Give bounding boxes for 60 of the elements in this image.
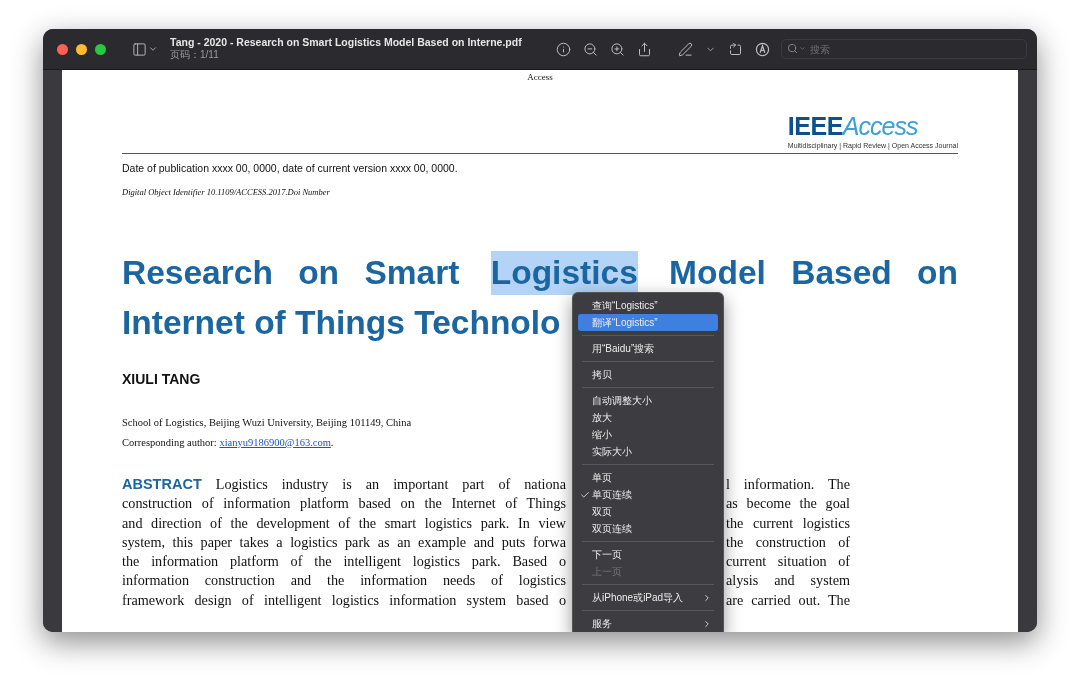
- selected-text: Logistics: [490, 251, 638, 295]
- abstract-text: and direction of the development of the smart logistics park. In view: [122, 514, 566, 531]
- author-name: XIULI TANG: [122, 371, 201, 387]
- running-head: Access: [526, 71, 554, 82]
- zoom-button[interactable]: [95, 43, 106, 55]
- zoom-out-icon[interactable]: [583, 41, 598, 57]
- title-text: Model Based on: [669, 253, 958, 293]
- abstract-heading: ABSTRACT: [122, 476, 202, 492]
- email-link[interactable]: xianyu9186900@163.com: [219, 437, 331, 448]
- abstract-text: alysis and system: [726, 571, 850, 591]
- abstract-text: the information platform of the intelligent logistics park. Based o: [122, 553, 566, 570]
- corresponding-author: Corresponding author: xianyu9186900@163.com.: [122, 437, 334, 448]
- menu-item[interactable]: 用“Baidu”搜索: [578, 340, 718, 357]
- abstract-text: are carried out. The: [726, 590, 850, 610]
- abstract-text: the current logistics: [726, 513, 850, 533]
- menu-item[interactable]: 实际大小: [578, 443, 718, 460]
- menu-item[interactable]: 双页: [578, 503, 718, 520]
- menu-item[interactable]: 双页连续: [578, 520, 718, 537]
- abstract-text: system, this paper takes a logistics park as an example and puts forwa: [122, 533, 566, 550]
- menu-item[interactable]: 缩小: [578, 426, 718, 443]
- share-icon[interactable]: [637, 41, 652, 57]
- menu-item[interactable]: 自动调整大小: [578, 392, 718, 409]
- markup-icon[interactable]: [755, 41, 770, 57]
- abstract-text: Logistics industry is an important part of nationa: [215, 476, 566, 492]
- menu-item[interactable]: 从iPhone或iPad导入: [578, 589, 718, 606]
- logo-brand: IEEE: [787, 112, 843, 141]
- abstract-text: l information. The: [726, 475, 850, 494]
- menu-item[interactable]: 翻译“Logistics”: [578, 314, 718, 331]
- abstract-text: information construction and the information needs of logistics: [122, 572, 566, 589]
- abstract-text: construction of information platform based on the Internet of Things: [122, 495, 566, 512]
- window-title: Tang - 2020 - Research on Smart Logistics Model Based on Interne.pdf: [170, 36, 523, 48]
- close-button[interactable]: [57, 43, 68, 55]
- menu-item[interactable]: 单页连续: [578, 486, 718, 503]
- abstract-text: framework design of intelligent logistics information system based o: [122, 591, 566, 608]
- chevron-icon: [799, 45, 806, 52]
- abstract-text: as become the goal: [726, 494, 850, 514]
- page-number: 页码：1/11: [170, 48, 220, 62]
- affiliation: School of Logistics, Beijing Wuzi University, Beijing 101149, China: [122, 417, 412, 428]
- minimize-button[interactable]: [76, 43, 87, 55]
- rotate-icon[interactable]: [728, 41, 743, 57]
- search-icon: [787, 43, 798, 54]
- zoom-in-icon[interactable]: [610, 41, 625, 57]
- chevron-icon[interactable]: [148, 44, 158, 54]
- abstract-text: current situation of: [726, 552, 850, 572]
- menu-item[interactable]: 服务: [578, 615, 718, 632]
- logo-name: Access: [842, 112, 918, 141]
- menu-item[interactable]: 查询“Logistics”: [578, 297, 718, 314]
- menu-item[interactable]: 下一页: [578, 546, 718, 563]
- doi-text: Digital Object Identifier 10.1109/ACCESS.2017.Doi Number: [122, 187, 331, 197]
- menu-item[interactable]: 放大: [578, 409, 718, 426]
- abstract-text: the construction of: [726, 532, 850, 552]
- title-text: Internet of Things Technolo: [122, 303, 561, 343]
- pen-icon[interactable]: [678, 41, 693, 57]
- sidebar-icon[interactable]: [132, 41, 147, 57]
- menu-item[interactable]: 单页: [578, 469, 718, 486]
- menu-item[interactable]: 拷贝: [578, 366, 718, 383]
- info-icon[interactable]: [556, 41, 571, 57]
- publication-dates: Date of publication xxxx 00, 0000, date of current version xxxx 00, 0000.: [122, 162, 459, 174]
- search-field[interactable]: 搜索: [781, 39, 1027, 59]
- title-text: Research on Smart: [122, 253, 460, 293]
